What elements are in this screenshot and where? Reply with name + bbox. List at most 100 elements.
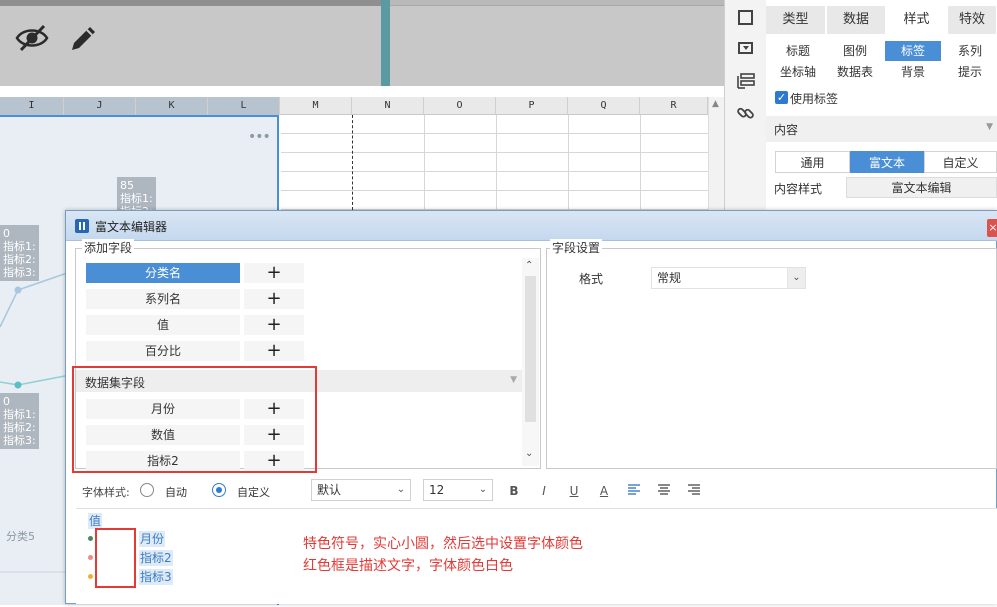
- dataset-highlight-box: [72, 366, 317, 473]
- subtab-axis[interactable]: 坐标轴: [770, 62, 826, 82]
- field-name[interactable]: 值: [86, 315, 240, 335]
- field-row: 分类名 +: [86, 263, 304, 283]
- tab-data[interactable]: 数据: [827, 6, 886, 34]
- sheet-grid[interactable]: [281, 115, 708, 210]
- panel-main-tabs: 类型 数据 样式 特效: [766, 6, 997, 34]
- style-panel: 类型 数据 样式 特效 标题 图例 标签 系列 坐标轴 数据表 背景 提示 使用…: [766, 0, 997, 210]
- subtab-series[interactable]: 系列: [943, 41, 997, 61]
- column-header[interactable]: L: [208, 97, 280, 115]
- font-family-value: 默认: [317, 483, 342, 497]
- close-icon[interactable]: ×: [987, 219, 997, 237]
- column-header[interactable]: N: [352, 97, 424, 115]
- font-size-dropdown[interactable]: 12 ⌄: [423, 479, 493, 501]
- field-name[interactable]: 系列名: [86, 289, 240, 309]
- field-row: 百分比 +: [86, 341, 304, 361]
- rich-text-edit-button[interactable]: 富文本编辑: [846, 177, 997, 198]
- subtab-background[interactable]: 背景: [885, 62, 941, 82]
- column-header[interactable]: K: [136, 97, 208, 115]
- column-header[interactable]: O: [424, 97, 496, 115]
- scroll-up-icon[interactable]: ⌃: [525, 260, 533, 271]
- align-right-icon[interactable]: [687, 484, 701, 498]
- content-section-title: 内容: [774, 123, 799, 137]
- italic-button[interactable]: I: [537, 484, 551, 498]
- collapse-icon[interactable]: ▼: [510, 375, 517, 385]
- align-left-icon[interactable]: [627, 484, 641, 498]
- category-axis-label: 分类5: [6, 530, 35, 543]
- field-list-scrollbar[interactable]: ⌃ ⌄: [522, 258, 539, 466]
- column-header[interactable]: Q: [568, 97, 640, 115]
- app-logo-icon: [75, 219, 89, 233]
- font-family-dropdown[interactable]: 默认 ⌄: [311, 479, 411, 501]
- font-style-label: 字体样式:: [82, 486, 130, 499]
- font-style-auto-radio[interactable]: [140, 483, 154, 497]
- scroll-down-icon[interactable]: ⌄: [525, 448, 533, 459]
- column-header[interactable]: I: [0, 97, 64, 115]
- collapse-icon[interactable]: ▼: [986, 122, 993, 132]
- bold-button[interactable]: B: [507, 484, 521, 498]
- subtab-datatable[interactable]: 数据表: [827, 62, 883, 82]
- field-tag[interactable]: 指标3: [139, 569, 173, 585]
- format-label: 格式: [579, 272, 604, 286]
- use-label-checkbox[interactable]: ✓: [775, 91, 788, 104]
- data-tooltip: 0 指标1: 指标2: 指标3:: [0, 393, 39, 449]
- column-header[interactable]: P: [496, 97, 568, 115]
- tab-style[interactable]: 样式: [887, 6, 947, 34]
- add-field-legend: 添加字段: [82, 239, 135, 256]
- font-style-auto-label: 自动: [165, 486, 187, 499]
- font-size-value: 12: [429, 483, 445, 497]
- font-style-custom-radio[interactable]: [212, 483, 226, 497]
- tab-effects[interactable]: 特效: [948, 6, 997, 34]
- subtab-legend[interactable]: 图例: [827, 41, 883, 61]
- field-name[interactable]: 分类名: [86, 263, 240, 283]
- content-style-label: 内容样式: [774, 182, 823, 196]
- field-tag[interactable]: 值: [88, 513, 103, 529]
- font-style-custom-label: 自定义: [237, 486, 270, 499]
- scroll-up-icon[interactable]: ▲: [712, 99, 719, 109]
- add-field-button[interactable]: +: [244, 315, 304, 335]
- sheet-scrollbar[interactable]: ▲: [708, 97, 724, 210]
- underline-button[interactable]: U: [567, 484, 581, 498]
- tab-type[interactable]: 类型: [766, 6, 826, 34]
- use-label-text: 使用标签: [790, 92, 839, 106]
- content-section-header[interactable]: 内容 ▼: [766, 116, 997, 142]
- add-field-button[interactable]: +: [244, 289, 304, 309]
- column-header[interactable]: R: [640, 97, 708, 115]
- widget-icon[interactable]: [738, 42, 753, 54]
- column-header[interactable]: J: [64, 97, 136, 115]
- align-center-icon[interactable]: [657, 484, 671, 498]
- add-field-button[interactable]: +: [244, 263, 304, 283]
- font-color-button[interactable]: A: [597, 484, 611, 498]
- pencil-icon[interactable]: [66, 20, 102, 56]
- subtab-tooltip[interactable]: 提示: [943, 62, 997, 82]
- link-icon[interactable]: [737, 104, 755, 125]
- subtab-label[interactable]: 标签: [885, 41, 941, 61]
- field-row: 系列名 +: [86, 289, 304, 309]
- field-tag[interactable]: 指标2: [139, 550, 173, 566]
- series-dot-icon: [88, 555, 93, 560]
- format-dropdown[interactable]: 常规 ⌄: [651, 267, 806, 289]
- scroll-thumb[interactable]: [525, 276, 536, 422]
- content-mode-richtext[interactable]: 富文本: [850, 151, 924, 173]
- toolbar-divider: [381, 0, 390, 86]
- content-mode-custom[interactable]: 自定义: [924, 151, 997, 173]
- chevron-down-icon: ⌄: [396, 484, 406, 495]
- rich-text-editor[interactable]: 值 月份 指标2 指标3 特色符号，实心小圆，然后选中设置字体颜色 红色框是描述…: [76, 508, 997, 604]
- field-tag[interactable]: 月份: [139, 531, 166, 547]
- toolbar-strip-dark: [0, 0, 385, 6]
- field-name[interactable]: 百分比: [86, 341, 240, 361]
- chevron-down-icon: ⌄: [478, 484, 488, 495]
- subtab-title[interactable]: 标题: [770, 41, 826, 61]
- layers-icon[interactable]: [737, 73, 755, 92]
- eye-slash-icon[interactable]: [14, 20, 50, 56]
- side-icon-bar: [724, 0, 766, 210]
- dialog-titlebar[interactable]: 富文本编辑器 ×: [66, 211, 997, 241]
- field-settings-legend: 字段设置: [550, 239, 603, 256]
- series-dot-icon: [88, 536, 93, 541]
- chevron-down-icon: ⌄: [787, 268, 805, 288]
- add-field-button[interactable]: +: [244, 341, 304, 361]
- field-row: 值 +: [86, 315, 304, 335]
- column-header[interactable]: M: [280, 97, 352, 115]
- cell-element-icon[interactable]: [738, 10, 753, 25]
- data-tooltip: 0 指标1: 指标2: 指标3:: [0, 225, 39, 281]
- content-mode-general[interactable]: 通用: [775, 151, 850, 173]
